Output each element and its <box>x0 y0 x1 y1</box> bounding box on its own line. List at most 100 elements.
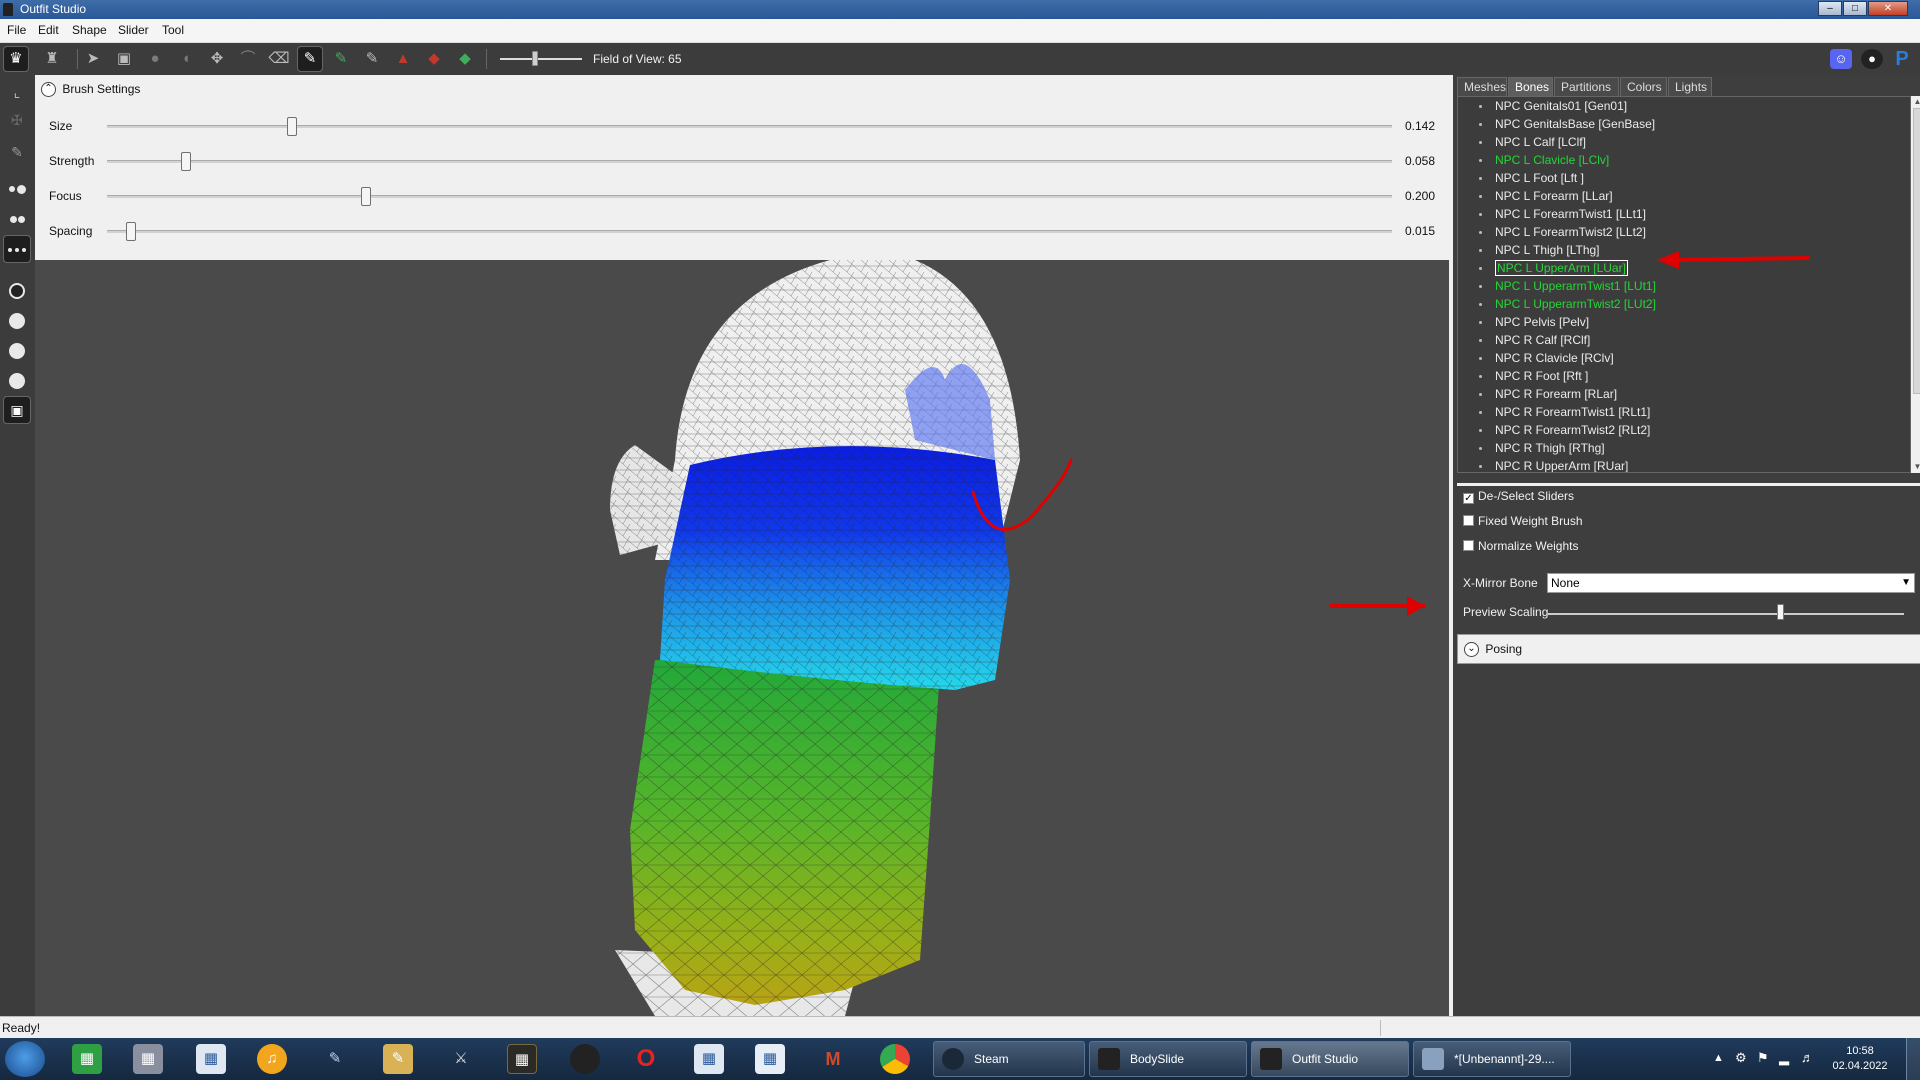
bone-item-selected[interactable]: NPC L UpperArm [LUar] <box>1479 260 1628 277</box>
strength-slider-thumb[interactable] <box>181 152 191 171</box>
bone-item[interactable]: NPC R ForearmTwist1 [RLt1] <box>1479 404 1650 421</box>
menu-tool[interactable]: Tool <box>162 23 184 37</box>
bone-list[interactable]: NPC Genitals01 [Gen01] NPC GenitalsBase … <box>1457 96 1911 473</box>
bone-item[interactable]: NPC Genitals01 [Gen01] <box>1479 98 1627 115</box>
deselect-sliders-checkbox[interactable]: ✓ <box>1463 493 1474 504</box>
strength-slider-track[interactable] <box>107 160 1392 163</box>
brush-medium-icon[interactable] <box>4 307 30 333</box>
bone-item[interactable]: NPC L Foot [Lft ] <box>1479 170 1584 187</box>
outfit-project-icon[interactable]: ♛ <box>3 46 29 72</box>
weight-brush-icon[interactable]: ✎ <box>297 46 323 72</box>
select-brush-icon[interactable]: ➤ <box>81 47 105 71</box>
scroll-up-icon[interactable]: ▲ <box>1912 96 1920 107</box>
bone-item[interactable]: NPC R Thigh [RThg] <box>1479 440 1605 457</box>
scroll-thumb[interactable] <box>1913 108 1920 394</box>
steam-tray-icon[interactable]: ⚙ <box>1735 1050 1747 1066</box>
chrome-icon[interactable] <box>880 1044 910 1074</box>
opera-icon[interactable]: O <box>631 1044 661 1074</box>
expand-down-icon[interactable]: ⌄ <box>1464 642 1479 658</box>
tab-meshes[interactable]: Meshes <box>1457 77 1507 96</box>
paypal-icon[interactable]: P <box>1891 49 1913 69</box>
task-outfit-studio[interactable]: Outfit Studio <box>1251 1041 1409 1077</box>
brush-xl-icon[interactable] <box>4 367 30 393</box>
reference-icon[interactable]: ♜ <box>40 47 64 71</box>
sword-icon[interactable]: ⚔ <box>446 1044 476 1074</box>
bone-item[interactable]: NPC L Clavicle [LClv] <box>1479 152 1609 169</box>
spacing-slider-track[interactable] <box>107 230 1392 233</box>
normalize-weights-checkbox[interactable] <box>1463 540 1474 551</box>
scroll-down-icon[interactable]: ▼ <box>1912 461 1920 472</box>
bone-item[interactable]: NPC L ForearmTwist1 [LLt1] <box>1479 206 1646 223</box>
clock[interactable]: 10:58 02.04.2022 <box>1830 1044 1890 1074</box>
collapse-vertex-icon[interactable]: ▲ <box>391 47 415 71</box>
bone-item[interactable]: NPC R Calf [RClf] <box>1479 332 1590 349</box>
preview-scaling-thumb[interactable] <box>1777 604 1784 620</box>
move-brush-icon[interactable]: ✥ <box>205 47 229 71</box>
split-edge-icon[interactable]: ◆ <box>453 47 477 71</box>
pen-icon[interactable]: ✎ <box>320 1044 350 1074</box>
task-bodyslide[interactable]: BodySlide <box>1089 1041 1247 1077</box>
github-icon[interactable]: ● <box>1861 49 1883 69</box>
network-icon[interactable]: ▂ <box>1779 1050 1789 1066</box>
brush-settings-header[interactable]: ⌃ Brush Settings <box>41 82 140 98</box>
maximize-button[interactable]: □ <box>1843 1 1867 16</box>
focus-slider-track[interactable] <box>107 195 1392 198</box>
game-icon[interactable]: ▦ <box>507 1044 537 1074</box>
axis-icon[interactable]: ⌞ <box>4 79 30 105</box>
task-unbenannt[interactable]: *[Unbenannt]-29.... <box>1413 1041 1571 1077</box>
flip-edge-icon[interactable]: ◆ <box>422 47 446 71</box>
edge-mode-icon[interactable] <box>4 205 30 231</box>
menu-file[interactable]: File <box>7 23 26 37</box>
discord-icon[interactable]: ☺ <box>1830 49 1852 69</box>
tray-expand-icon[interactable]: ▲ <box>1713 1052 1724 1064</box>
tab-partitions[interactable]: Partitions <box>1554 77 1619 96</box>
bone-item[interactable]: NPC L Calf [LClf] <box>1479 134 1586 151</box>
bone-item[interactable]: NPC Pelvis [Pelv] <box>1479 314 1589 331</box>
close-button[interactable]: ✕ <box>1868 1 1908 16</box>
bone-item[interactable]: NPC L UpperarmTwist2 [LUt2] <box>1479 296 1656 313</box>
preview-scaling-track[interactable] <box>1548 613 1904 615</box>
deselect-sliders-option[interactable]: ✓ De-/Select Sliders <box>1463 489 1574 504</box>
size-slider-track[interactable] <box>107 125 1392 128</box>
brush-large-icon[interactable] <box>4 337 30 363</box>
bone-item[interactable]: NPC L UpperarmTwist1 [LUt1] <box>1479 278 1656 295</box>
focus-slider-thumb[interactable] <box>361 187 371 206</box>
minimize-button[interactable]: – <box>1818 1 1842 16</box>
show-desktop-button[interactable] <box>1906 1038 1920 1080</box>
tab-bones[interactable]: Bones <box>1508 77 1553 96</box>
bone-item[interactable]: NPC GenitalsBase [GenBase] <box>1479 116 1655 133</box>
bone-item[interactable]: NPC L Thigh [LThg] <box>1479 242 1600 259</box>
tab-lights[interactable]: Lights <box>1668 77 1712 96</box>
point-mode-icon[interactable] <box>3 235 31 263</box>
music-icon[interactable]: ♫ <box>257 1044 287 1074</box>
bone-item[interactable]: NPC L ForearmTwist2 [LLt2] <box>1479 224 1646 241</box>
collapse-up-icon[interactable]: ⌃ <box>41 82 56 98</box>
scroll-app-icon[interactable]: ✎ <box>383 1044 413 1074</box>
inflate-brush-icon[interactable]: ● <box>143 47 167 71</box>
bone-item[interactable]: NPC L Forearm [LLar] <box>1479 188 1613 205</box>
brush-small-icon[interactable] <box>4 277 30 303</box>
bone-item[interactable]: NPC R Clavicle [RClv] <box>1479 350 1614 367</box>
size-slider-thumb[interactable] <box>287 117 297 136</box>
bone-item[interactable]: NPC R UpperArm [RUar] <box>1479 458 1628 472</box>
bone-item[interactable]: NPC R Foot [Rft ] <box>1479 368 1588 385</box>
mx-icon[interactable]: M <box>818 1044 848 1074</box>
window-app-icon[interactable]: ▦ <box>694 1044 724 1074</box>
deflate-brush-icon[interactable]: ◖ <box>174 47 198 71</box>
undiff-brush-icon[interactable]: ⌫ <box>267 47 291 71</box>
file-app-icon[interactable]: ▦ <box>755 1044 785 1074</box>
explorer-icon[interactable]: ▦ <box>196 1044 226 1074</box>
circle-app-icon[interactable] <box>570 1044 600 1074</box>
pin-icon[interactable]: ✠ <box>4 107 30 133</box>
fov-slider-thumb[interactable] <box>532 51 538 66</box>
menu-edit[interactable]: Edit <box>38 23 59 37</box>
smooth-brush-icon[interactable]: ⌒ <box>236 47 260 71</box>
xmirror-bone-select[interactable]: None ▼ <box>1547 573 1915 593</box>
texture-toggle-icon[interactable]: ▣ <box>3 396 31 424</box>
menu-slider[interactable]: Slider <box>118 23 149 37</box>
fixed-weight-option[interactable]: Fixed Weight Brush <box>1463 514 1583 528</box>
edit-icon[interactable]: ✎ <box>4 139 30 165</box>
tab-colors[interactable]: Colors <box>1620 77 1667 96</box>
spacing-slider-thumb[interactable] <box>126 222 136 241</box>
vertex-mode-icon[interactable] <box>4 175 30 201</box>
